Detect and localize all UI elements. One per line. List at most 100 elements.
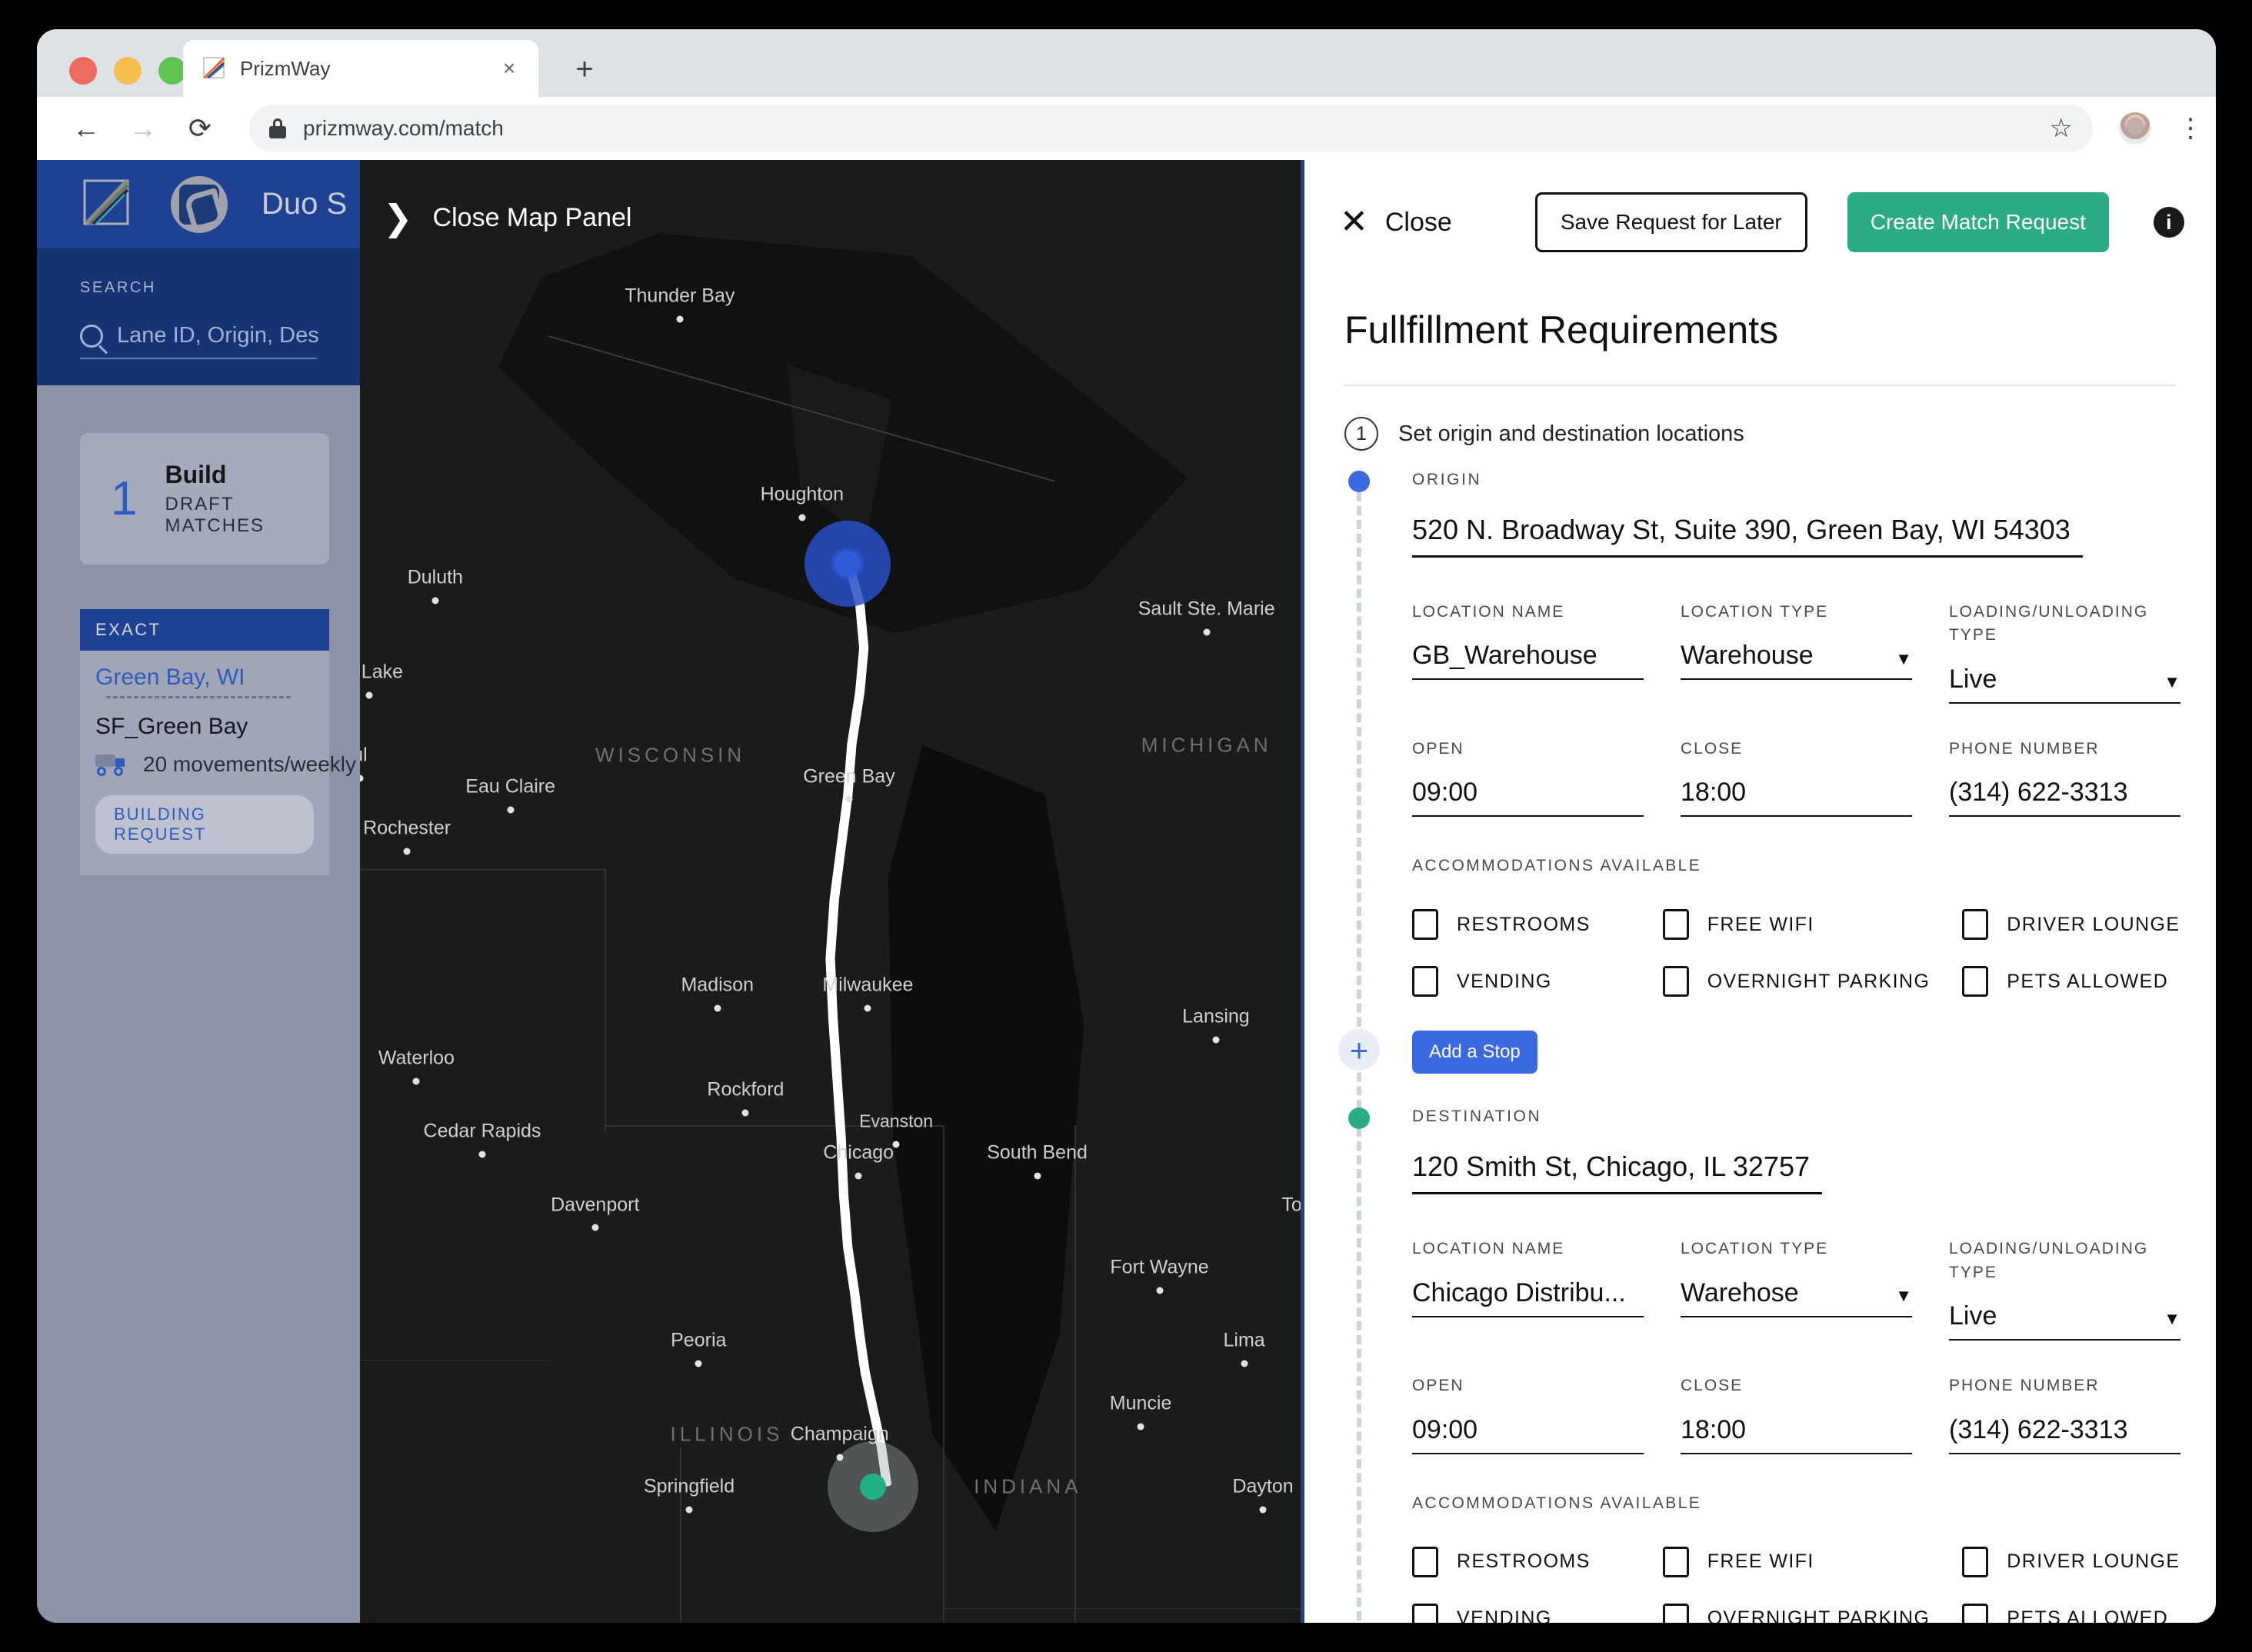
map-label: South Bend bbox=[987, 1141, 1088, 1164]
map-label: ul bbox=[360, 744, 368, 766]
checkbox[interactable] bbox=[1962, 1603, 1989, 1623]
bookmark-star-icon[interactable]: ☆ bbox=[2050, 113, 2073, 144]
destination-loading-type-select[interactable]: Live ▼ bbox=[1949, 1301, 2180, 1341]
destination-open-input[interactable]: 09:00 bbox=[1412, 1415, 1644, 1454]
field-value: (314) 622-3313 bbox=[1949, 1414, 2128, 1444]
destination-location-type-select[interactable]: Warehose ▼ bbox=[1681, 1278, 1912, 1317]
origin-open-input[interactable]: 09:00 bbox=[1412, 778, 1644, 818]
field-value: (314) 622-3313 bbox=[1949, 778, 2128, 808]
field-label: OPEN bbox=[1412, 739, 1464, 758]
page-title: Fullfillment Requirements bbox=[1344, 308, 1779, 351]
map-label: Muncie bbox=[1109, 1392, 1172, 1414]
add-stop-node-icon[interactable]: + bbox=[1338, 1029, 1380, 1071]
accommodation-item[interactable]: FREE WIFI bbox=[1662, 909, 1931, 941]
back-icon[interactable]: ← bbox=[71, 115, 102, 142]
step-number-badge: 1 bbox=[1344, 417, 1378, 451]
status-badge: BUILDING REQUEST bbox=[95, 795, 314, 854]
accommodation-item[interactable]: OVERNIGHT PARKING bbox=[1662, 966, 1931, 998]
accommodation-item[interactable]: PETS ALLOWED bbox=[1962, 966, 2180, 998]
field-value: Warehose bbox=[1681, 1277, 1799, 1307]
field-label: PHONE NUMBER bbox=[1949, 1377, 2100, 1395]
map-city-dot bbox=[1137, 1423, 1144, 1431]
map-label: Evanston bbox=[859, 1111, 934, 1131]
destination-close-input[interactable]: 18:00 bbox=[1681, 1415, 1912, 1454]
accommodation-label: FREE WIFI bbox=[1707, 913, 1814, 935]
origin-close-input[interactable]: 18:00 bbox=[1681, 778, 1912, 818]
accommodation-label: OVERNIGHT PARKING bbox=[1707, 1607, 1931, 1623]
checkbox[interactable] bbox=[1412, 909, 1438, 941]
destination-location-name-input[interactable]: Chicago Distribu... bbox=[1412, 1278, 1644, 1317]
accommodation-item[interactable]: PETS ALLOWED bbox=[1962, 1603, 2180, 1623]
accommodation-item[interactable]: VENDING bbox=[1412, 966, 1631, 998]
accommodation-item[interactable]: RESTROOMS bbox=[1412, 909, 1631, 941]
lane-card[interactable]: EXACT Green Bay, WI SF_Green Bay 20 move… bbox=[80, 609, 356, 875]
search-input[interactable]: Lane ID, Origin, Des bbox=[80, 323, 319, 359]
origin-map-pin[interactable] bbox=[834, 550, 861, 577]
browser-menu-icon[interactable]: ⋮ bbox=[2177, 115, 2204, 142]
maximize-window-button[interactable] bbox=[158, 57, 186, 85]
map-city-dot bbox=[507, 806, 515, 814]
checkbox[interactable] bbox=[1412, 1603, 1438, 1623]
destination-phone-input[interactable]: (314) 622-3313 bbox=[1949, 1415, 2180, 1454]
map-label: MICHIGAN bbox=[1141, 733, 1272, 757]
map-city-dot bbox=[1203, 628, 1211, 636]
lane-name: SF_Green Bay bbox=[95, 714, 248, 739]
forward-icon[interactable]: → bbox=[128, 115, 158, 142]
build-stage-text: Build DRAFT MATCHES bbox=[165, 461, 298, 537]
origin-close-field: CLOSE 18:00 bbox=[1681, 738, 1912, 818]
close-map-panel-button[interactable]: ❯ Close Map Panel bbox=[383, 200, 631, 235]
origin-location-name-input[interactable]: GB_Warehouse bbox=[1412, 641, 1644, 681]
map-panel[interactable]: Thunder Bay Houghton Duluth Sault Ste. Mari… bbox=[360, 160, 1301, 1623]
destination-section-label: DESTINATION bbox=[1412, 1107, 1542, 1126]
map-city-dot bbox=[741, 1109, 749, 1117]
address-bar[interactable]: prizmway.com/match ☆ bbox=[249, 105, 2093, 152]
accommodation-item[interactable]: DRIVER LOUNGE bbox=[1962, 909, 2180, 941]
checkbox[interactable] bbox=[1662, 1603, 1689, 1623]
create-match-request-button[interactable]: Create Match Request bbox=[1847, 192, 2109, 252]
destination-map-pin[interactable] bbox=[859, 1474, 886, 1500]
tab-close-icon[interactable]: × bbox=[495, 58, 523, 79]
map-city-dot bbox=[365, 691, 373, 699]
map-label: Waterloo bbox=[378, 1047, 455, 1069]
origin-loading-type-select[interactable]: Live ▼ bbox=[1949, 664, 2180, 704]
accommodation-label: VENDING bbox=[1457, 970, 1552, 992]
map-city-dot bbox=[1156, 1287, 1164, 1294]
reload-icon[interactable]: ⟳ bbox=[185, 115, 215, 142]
accommodation-item[interactable]: DRIVER LOUNGE bbox=[1962, 1546, 2180, 1577]
info-icon[interactable]: i bbox=[2153, 207, 2184, 238]
checkbox[interactable] bbox=[1412, 1546, 1438, 1577]
close-map-panel-label: Close Map Panel bbox=[432, 202, 632, 232]
add-stop-button[interactable]: Add a Stop bbox=[1412, 1031, 1537, 1074]
checkbox[interactable] bbox=[1662, 966, 1689, 998]
field-label: LOCATION TYPE bbox=[1681, 1240, 1829, 1258]
field-label: OPEN bbox=[1412, 1377, 1464, 1395]
close-window-button[interactable] bbox=[69, 57, 97, 85]
browser-tab[interactable]: PrizmWay × bbox=[183, 40, 538, 97]
checkbox[interactable] bbox=[1412, 966, 1438, 998]
close-panel-button[interactable]: ✕ Close bbox=[1340, 205, 1452, 239]
accommodation-item[interactable]: OVERNIGHT PARKING bbox=[1662, 1603, 1931, 1623]
map-label: Fort Wayne bbox=[1110, 1256, 1209, 1278]
map-canvas[interactable]: Thunder Bay Houghton Duluth Sault Ste. Mari… bbox=[360, 160, 1301, 1623]
checkbox[interactable] bbox=[1962, 966, 1989, 998]
accommodation-label: RESTROOMS bbox=[1457, 913, 1591, 935]
origin-location-type-select[interactable]: Warehouse ▼ bbox=[1681, 641, 1912, 681]
checkbox[interactable] bbox=[1662, 1546, 1689, 1577]
checkbox[interactable] bbox=[1962, 1546, 1989, 1577]
profile-avatar[interactable] bbox=[2119, 112, 2151, 145]
origin-address-input[interactable]: 520 N. Broadway St, Suite 390, Green Bay… bbox=[1412, 514, 2083, 558]
origin-phone-input[interactable]: (314) 622-3313 bbox=[1949, 778, 2180, 818]
minimize-window-button[interactable] bbox=[114, 57, 142, 85]
lane-movements-text: 20 movements/weekly bbox=[143, 752, 357, 776]
checkbox[interactable] bbox=[1962, 909, 1989, 941]
save-request-for-later-button[interactable]: Save Request for Later bbox=[1534, 192, 1807, 252]
destination-address-input[interactable]: 120 Smith St, Chicago, IL 32757 bbox=[1412, 1151, 1822, 1195]
new-tab-button[interactable]: + bbox=[568, 54, 601, 85]
step-row: 1 Set origin and destination locations bbox=[1304, 386, 2216, 451]
accommodation-item[interactable]: VENDING bbox=[1412, 1603, 1631, 1623]
map-label: Davenport bbox=[551, 1194, 640, 1216]
accommodation-item[interactable]: RESTROOMS bbox=[1412, 1546, 1631, 1577]
checkbox[interactable] bbox=[1662, 909, 1689, 941]
accommodation-item[interactable]: FREE WIFI bbox=[1662, 1546, 1931, 1577]
build-stage-card[interactable]: 1 Build DRAFT MATCHES bbox=[80, 433, 329, 565]
